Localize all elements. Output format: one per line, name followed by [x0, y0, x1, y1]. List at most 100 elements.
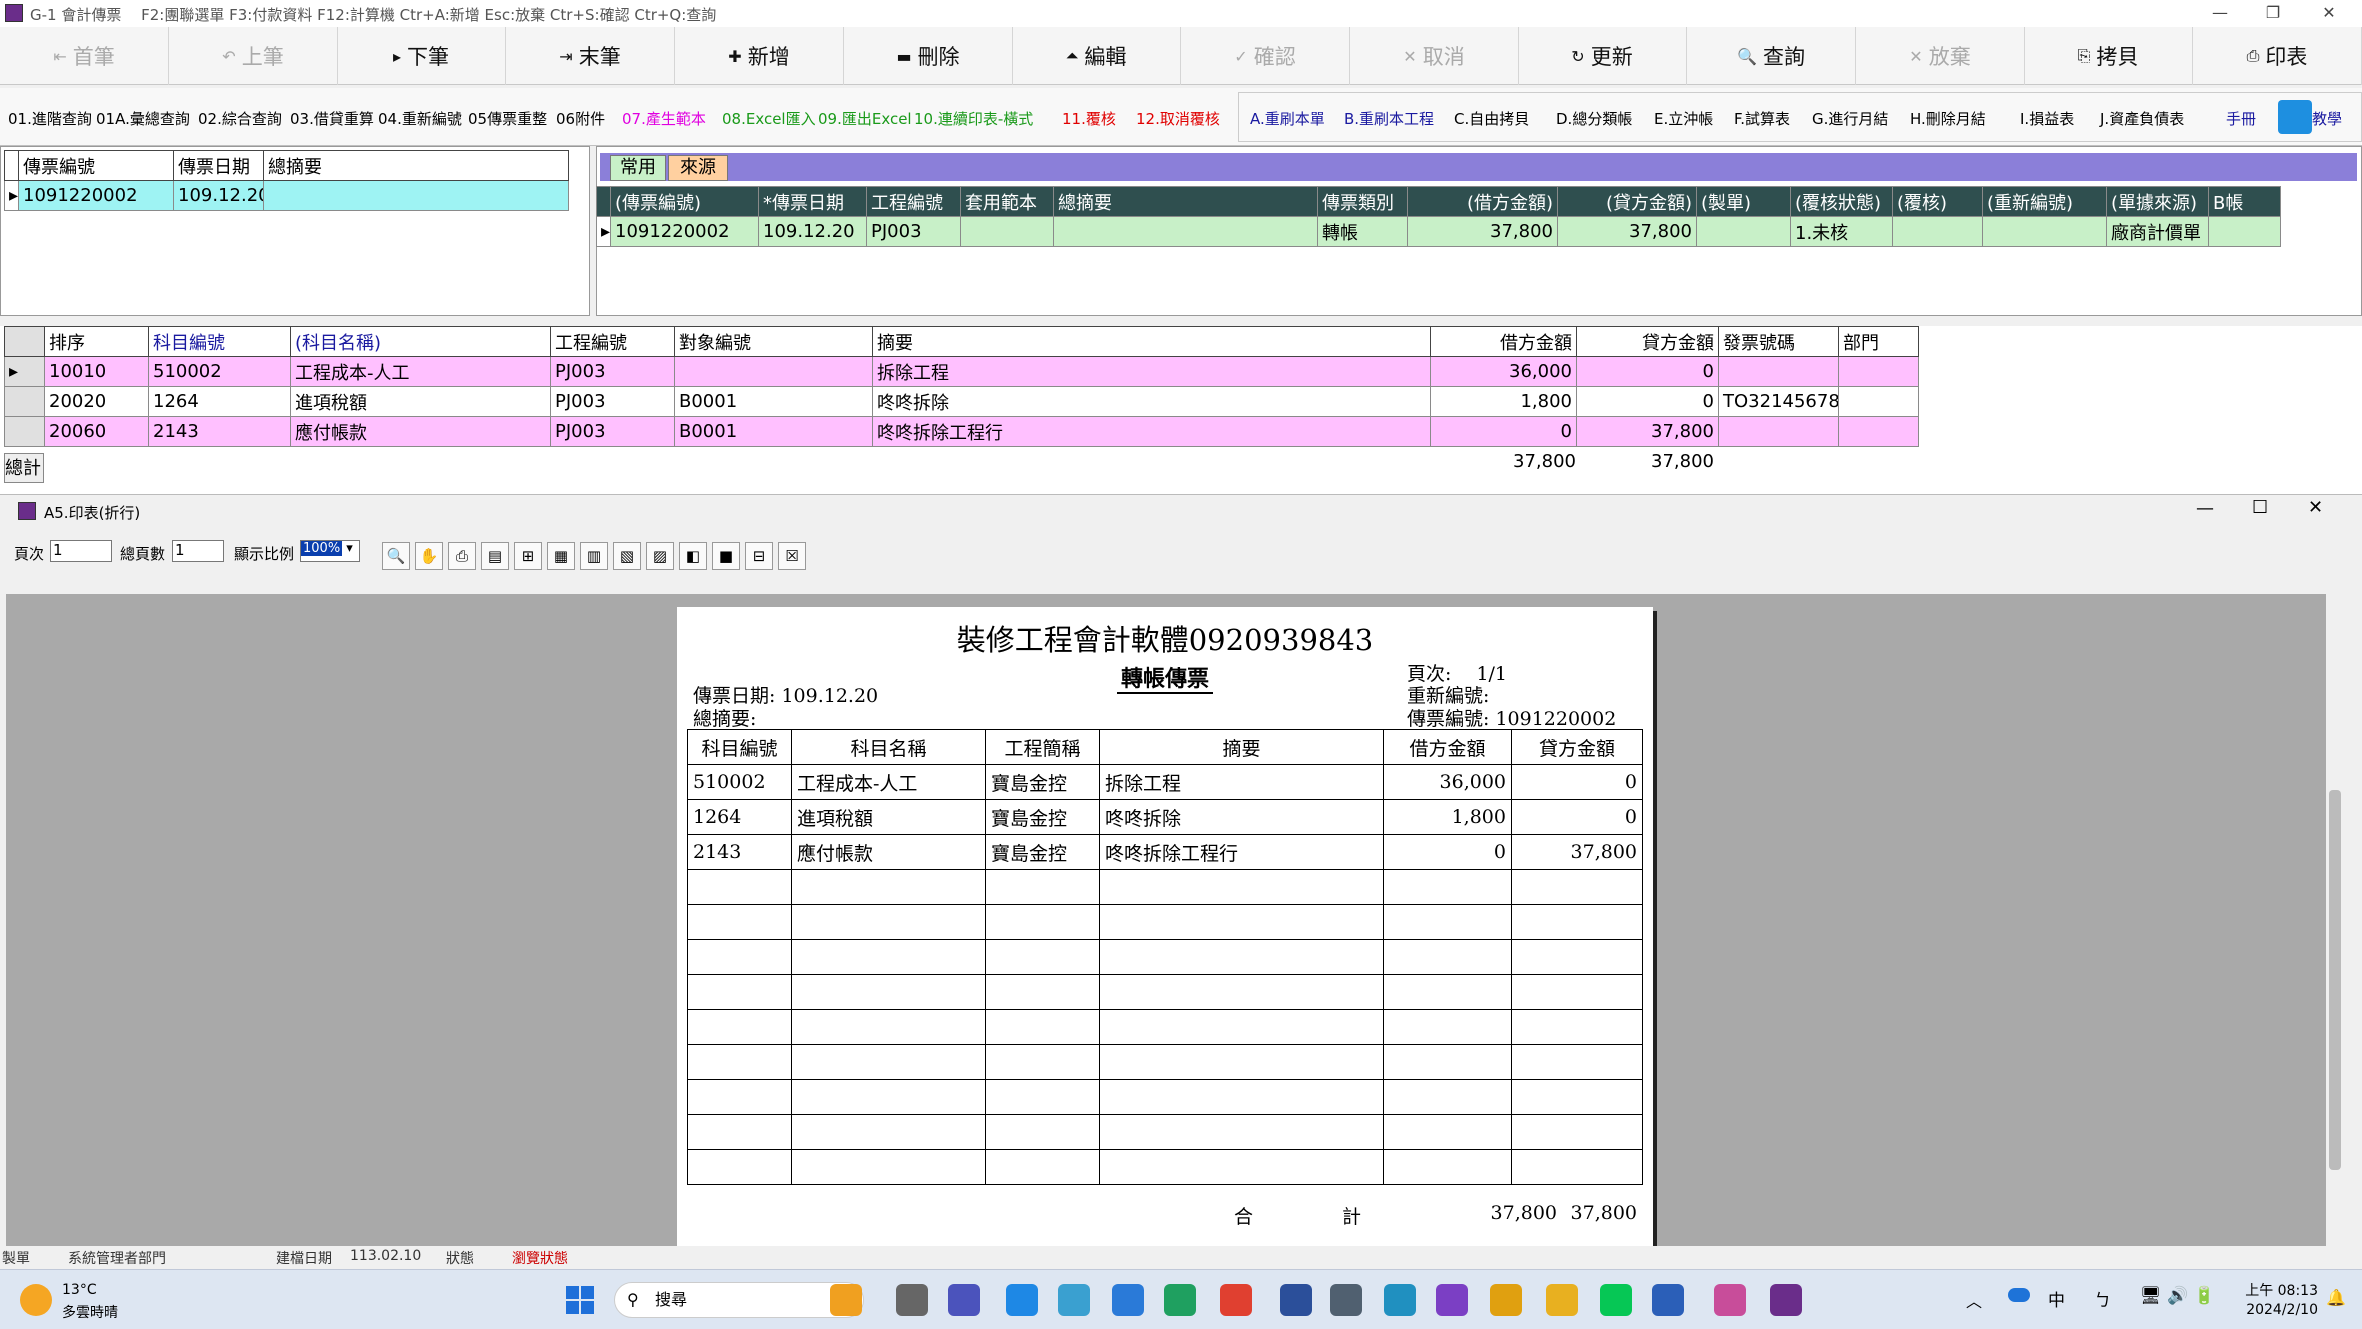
preview-tool-icon-7[interactable]: ▧ [613, 542, 641, 570]
function-item[interactable]: 10.連續印表-橫式 [914, 108, 1033, 129]
work-icon[interactable] [830, 1284, 862, 1316]
cell[interactable]: 37,800 [1576, 416, 1719, 447]
toolbar-button-6[interactable]: ⏶ 編輯 [1012, 27, 1181, 85]
ime-zhuyin[interactable]: ㄅ [2094, 1286, 2111, 1311]
ime-mode[interactable]: 中 [2048, 1286, 2065, 1311]
preview-tool-icon-12[interactable]: ☒ [778, 542, 806, 570]
app-icon[interactable] [1280, 1284, 1312, 1316]
print-maximize-button[interactable]: ☐ [2252, 497, 2268, 518]
col-header[interactable]: 借方金額 [1430, 326, 1577, 357]
function-item[interactable]: 09.匯出Excel [818, 108, 912, 129]
cell[interactable]: 咚咚拆除 [872, 386, 1431, 417]
col-header[interactable]: (覆核狀態) [1790, 186, 1893, 217]
col-header[interactable]: 傳票類別 [1317, 186, 1408, 217]
toolbar-button-7[interactable]: ✓ 確認 [1181, 27, 1350, 85]
toolbar-button-13[interactable]: ⎙ 印表 [2193, 27, 2362, 85]
cell[interactable]: 0 [1430, 416, 1577, 447]
function-item[interactable]: 05傳票重整 [468, 108, 547, 129]
cell[interactable]: 36,000 [1430, 356, 1577, 387]
table-row[interactable]: ▸ 10010 510002 工程成本-人工 PJ003 拆除工程 36,000 0 [4, 356, 1919, 387]
cell[interactable] [263, 180, 569, 211]
cell[interactable]: 109.12.20 [758, 216, 867, 247]
cell[interactable]: 20020 [44, 386, 149, 417]
chrome-icon[interactable] [1220, 1284, 1252, 1316]
toolbar-button-0[interactable]: ⇤ 首筆 [0, 27, 169, 85]
zoom-select[interactable]: 100% ▾ [300, 540, 360, 562]
toolbar-button-5[interactable]: ▬ 刪除 [844, 27, 1013, 85]
cell[interactable]: 37,800 [1407, 216, 1558, 247]
tray-overflow-icon[interactable]: ︿ [1966, 1288, 1982, 1312]
cell[interactable]: 咚咚拆除工程行 [872, 416, 1431, 447]
preview-tool-icon-1[interactable]: ✋ [415, 542, 443, 570]
function-item[interactable]: 06附件 [556, 108, 605, 129]
paint-icon[interactable] [1714, 1284, 1746, 1316]
preview-tool-icon-11[interactable]: ⊟ [745, 542, 773, 570]
preview-tool-icon-8[interactable]: ▨ [646, 542, 674, 570]
toolbar-button-4[interactable]: ✚ 新增 [675, 27, 844, 85]
toolbar-button-10[interactable]: 🔍 查詢 [1687, 27, 1856, 85]
preview-tool-icon-2[interactable]: ⎙ [448, 542, 476, 570]
cell[interactable]: 37,800 [1557, 216, 1697, 247]
search-box[interactable]: ⚲ 搜尋 [614, 1282, 864, 1318]
cell[interactable]: PJ003 [550, 356, 675, 387]
browser-icon[interactable] [1384, 1284, 1416, 1316]
tools-icon[interactable] [1490, 1284, 1522, 1316]
col-header[interactable]: 總摘要 [263, 150, 569, 181]
cell[interactable]: 0 [1576, 356, 1719, 387]
cell[interactable]: TO32145678 [1718, 386, 1839, 417]
explorer-icon[interactable] [1546, 1284, 1578, 1316]
function-item[interactable]: 04.重新編號 [378, 108, 462, 129]
col-header[interactable]: (覆核) [1892, 186, 1983, 217]
col-header[interactable]: 傳票日期 [173, 150, 264, 181]
toolbar-button-8[interactable]: ✕ 取消 [1350, 27, 1519, 85]
col-header[interactable]: B帳 [2208, 186, 2281, 217]
tab-source[interactable]: 來源 [668, 155, 728, 181]
photos-icon[interactable] [1058, 1284, 1090, 1316]
toolbar-button-12[interactable]: ⎘ 拷貝 [2024, 27, 2193, 85]
cell[interactable]: 廠商計價單 [2106, 216, 2209, 247]
cell[interactable]: 應付帳款 [290, 416, 551, 447]
cell[interactable]: PJ003 [550, 416, 675, 447]
col-header[interactable]: (製單) [1696, 186, 1791, 217]
col-header[interactable]: (單據來源) [2106, 186, 2209, 217]
taskview-icon[interactable] [896, 1284, 928, 1316]
cell[interactable]: 1091220002 [18, 180, 174, 211]
cell[interactable]: B0001 [674, 416, 873, 447]
toolbar-button-11[interactable]: ✕ 放棄 [1856, 27, 2025, 85]
cell[interactable] [2208, 216, 2281, 247]
cell[interactable] [960, 216, 1054, 247]
cell[interactable] [1838, 356, 1919, 387]
cell[interactable] [674, 356, 873, 387]
toolbar-button-1[interactable]: ↶ 上筆 [169, 27, 338, 85]
cell[interactable]: 0 [1576, 386, 1719, 417]
col-header[interactable]: *傳票日期 [758, 186, 867, 217]
cell[interactable] [1838, 386, 1919, 417]
onedrive-icon[interactable] [2008, 1288, 2030, 1302]
cell[interactable]: PJ003 [866, 216, 961, 247]
preview-tool-icon-4[interactable]: ⊞ [514, 542, 542, 570]
table-row[interactable]: 20020 1264 進項稅額 PJ003 B0001 咚咚拆除 1,800 0 TO32145… [4, 386, 1919, 417]
clock-time[interactable]: 上午 08:13 [2238, 1280, 2318, 1300]
function-item[interactable]: 11.覆核 [1062, 108, 1116, 129]
tutorial-icon[interactable] [2278, 100, 2312, 134]
preview-tool-icon-0[interactable]: 🔍 [382, 542, 410, 570]
function-item[interactable]: 03.借貸重算 [290, 108, 374, 129]
preview-tool-icon-5[interactable]: ▦ [547, 542, 575, 570]
table-row[interactable]: 20060 2143 應付帳款 PJ003 B0001 咚咚拆除工程行 0 37,800 [4, 416, 1919, 447]
cell[interactable] [1982, 216, 2107, 247]
col-header[interactable]: (借方金額) [1407, 186, 1558, 217]
col-header[interactable]: (科目名稱) [290, 326, 551, 357]
col-header[interactable]: 排序 [44, 326, 149, 357]
word-icon[interactable] [1652, 1284, 1684, 1316]
cell[interactable]: 進項稅額 [290, 386, 551, 417]
function-item[interactable]: 02.綜合查詢 [198, 108, 282, 129]
cell[interactable]: 1.未核 [1790, 216, 1893, 247]
cell[interactable] [1718, 356, 1839, 387]
line-icon[interactable] [1600, 1284, 1632, 1316]
minimize-button[interactable]: — [2200, 2, 2240, 24]
col-header[interactable]: 摘要 [872, 326, 1431, 357]
preview-tool-icon-9[interactable]: ◧ [679, 542, 707, 570]
network-volume-icon[interactable]: 🖥 🔊 🔋 [2140, 1286, 2215, 1306]
toolbar-button-9[interactable]: ↻ 更新 [1518, 27, 1687, 85]
notification-icon[interactable]: 🔔 [2326, 1288, 2346, 1307]
